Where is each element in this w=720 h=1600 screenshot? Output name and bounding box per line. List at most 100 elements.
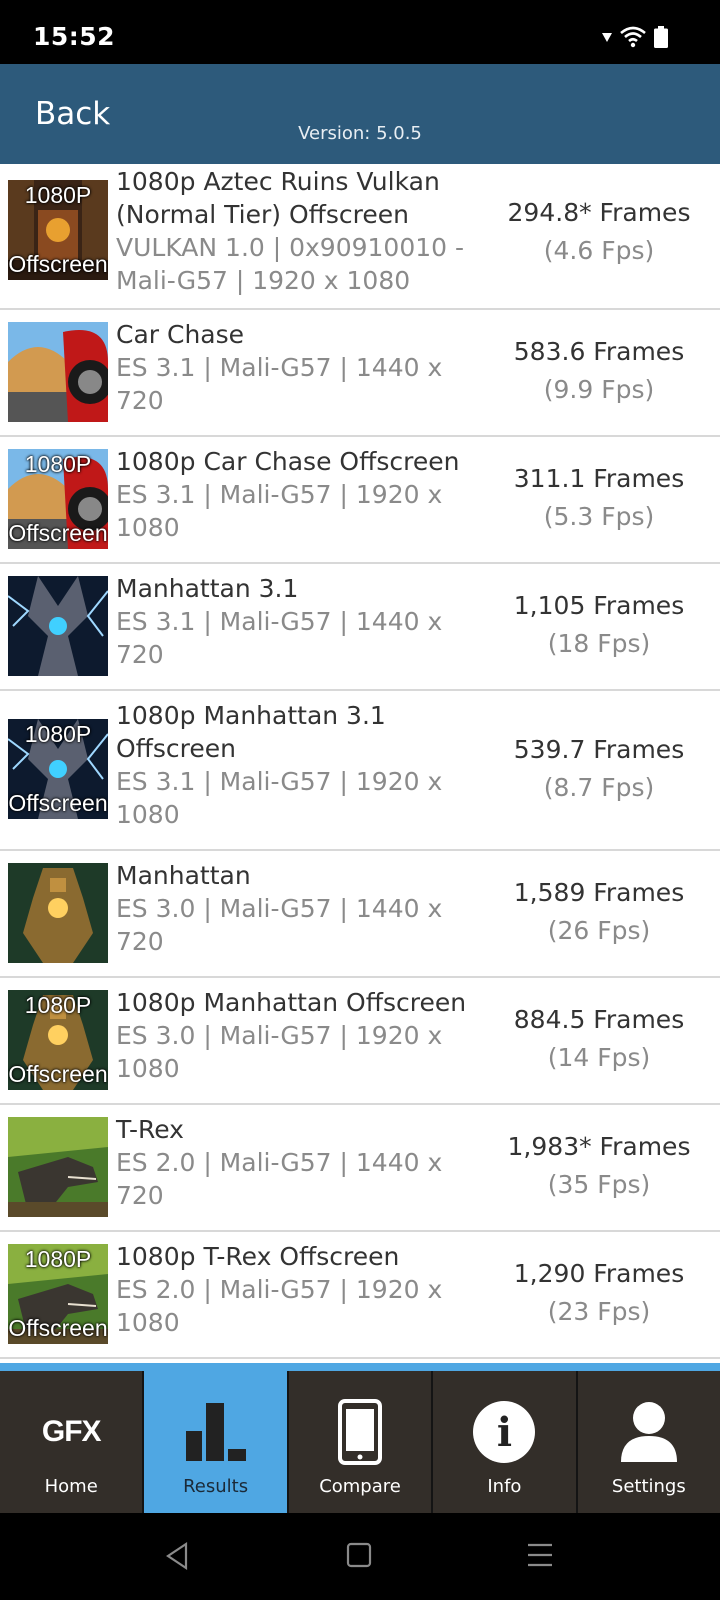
user-icon xyxy=(578,1397,720,1467)
result-subtitle: ES 3.1 | Mali-G57 | 1920 x 1080 xyxy=(116,480,443,542)
thumbnail-aztec: 1080P Offscreen xyxy=(8,180,108,280)
results-list: 1080P Offscreen 1080p Aztec Ruins Vulkan… xyxy=(0,164,720,1359)
thumbnail-manhattan xyxy=(8,863,108,963)
result-subtitle: ES 2.0 | Mali-G57 | 1920 x 1080 xyxy=(116,1275,443,1337)
result-fps: (35 Fps) xyxy=(547,1170,651,1199)
result-fps: (14 Fps) xyxy=(547,1043,651,1072)
thumbnail-t-rex xyxy=(8,1117,108,1217)
tab-results-label: Results xyxy=(183,1476,249,1497)
result-frames: 1,589 Frames xyxy=(513,878,685,907)
thumbnail-manhattan-31 xyxy=(8,576,108,676)
result-title: Manhattan 3.1 xyxy=(116,574,299,603)
result-frames: 1,290 Frames xyxy=(513,1259,685,1288)
result-frames: 884.5 Frames xyxy=(513,1005,685,1034)
result-row-car-chase-offscreen[interactable]: 1080P Offscreen 1080p Car Chase Offscree… xyxy=(0,437,720,564)
result-row-manhattan[interactable]: Manhattan ES 3.0 | Mali-G57 | 1440 x 720… xyxy=(0,851,720,978)
result-fps: (8.7 Fps) xyxy=(543,773,655,802)
result-fps: (23 Fps) xyxy=(547,1297,651,1326)
result-title: 1080p Manhattan 3.1 Offscreen xyxy=(116,701,386,763)
version-label: Version: 5.0.5 xyxy=(298,123,422,144)
info-icon: i xyxy=(433,1397,575,1467)
gfx-logo-icon: GFX xyxy=(0,1397,142,1467)
thumbnail-car-chase xyxy=(8,322,108,422)
thumb-label-offscreen: Offscreen xyxy=(8,520,108,546)
tab-home[interactable]: GFX Home xyxy=(0,1371,145,1513)
result-subtitle: VULKAN 1.0 | 0x90910010 - Mali-G57 | 192… xyxy=(116,233,465,295)
result-frames: 539.7 Frames xyxy=(513,735,685,764)
result-subtitle: ES 2.0 | Mali-G57 | 1440 x 720 xyxy=(116,1148,443,1210)
bar-chart-icon xyxy=(144,1397,286,1467)
thumb-label-resolution: 1080P xyxy=(24,721,92,747)
tabbar-accent-line xyxy=(0,1363,720,1371)
result-subtitle: ES 3.1 | Mali-G57 | 1440 x 720 xyxy=(116,353,443,415)
result-title: 1080p T-Rex Offscreen xyxy=(116,1242,400,1271)
thumb-label-resolution: 1080P xyxy=(24,451,92,477)
result-frames: 583.6 Frames xyxy=(513,337,685,366)
result-row-manhattan-31-offscreen[interactable]: 1080P Offscreen 1080p Manhattan 3.1 Offs… xyxy=(0,691,720,851)
result-subtitle: ES 3.0 | Mali-G57 | 1440 x 720 xyxy=(116,894,443,956)
result-subtitle: ES 3.0 | Mali-G57 | 1920 x 1080 xyxy=(116,1021,443,1083)
nav-back-icon[interactable] xyxy=(164,1541,190,1571)
car-chase-thumbnail-image xyxy=(8,322,108,422)
system-nav-bar xyxy=(0,1513,720,1600)
manhattan-thumbnail-image xyxy=(8,863,108,963)
tab-compare[interactable]: Compare xyxy=(288,1371,434,1513)
status-icons xyxy=(602,26,668,48)
t-rex-thumbnail-image xyxy=(8,1117,108,1217)
thumb-label-resolution: 1080P xyxy=(24,182,92,208)
result-row-manhattan-31[interactable]: Manhattan 3.1 ES 3.1 | Mali-G57 | 1440 x… xyxy=(0,564,720,691)
app-header: Back Version: 5.0.5 xyxy=(0,64,720,164)
thumb-label-resolution: 1080P xyxy=(24,1246,92,1272)
result-fps: (5.3 Fps) xyxy=(543,502,655,531)
result-row-t-rex[interactable]: T-Rex ES 2.0 | Mali-G57 | 1440 x 720 1,9… xyxy=(0,1105,720,1232)
wifi-icon xyxy=(620,26,646,48)
info-glyph: i xyxy=(473,1401,536,1463)
thumb-label-offscreen: Offscreen xyxy=(8,790,108,816)
thumb-label-offscreen: Offscreen xyxy=(8,1315,108,1341)
result-title: Car Chase xyxy=(116,320,245,349)
result-title: Manhattan xyxy=(116,861,251,890)
thumb-label-offscreen: Offscreen xyxy=(8,251,108,277)
result-fps: (18 Fps) xyxy=(547,629,651,658)
result-fps: (9.9 Fps) xyxy=(543,375,655,404)
result-row-manhattan-offscreen[interactable]: 1080P Offscreen 1080p Manhattan Offscree… xyxy=(0,978,720,1105)
result-subtitle: ES 3.1 | Mali-G57 | 1920 x 1080 xyxy=(116,767,443,829)
status-time: 15:52 xyxy=(33,22,116,51)
status-bar: 15:52 xyxy=(0,0,720,64)
result-frames: 1,983* Frames xyxy=(507,1132,691,1161)
gfx-logo-text: GFX xyxy=(41,1415,102,1448)
tab-settings-label: Settings xyxy=(611,1476,686,1497)
result-row-aztec-offscreen[interactable]: 1080P Offscreen 1080p Aztec Ruins Vulkan… xyxy=(0,164,720,310)
signal-arrow-icon xyxy=(602,33,612,42)
result-frames: 294.8* Frames xyxy=(507,198,691,227)
thumbnail-t-rex-offscreen: 1080P Offscreen xyxy=(8,1244,108,1344)
nav-menu-icon[interactable] xyxy=(527,1541,553,1569)
thumb-label-resolution: 1080P xyxy=(24,992,92,1018)
thumbnail-car-chase-offscreen: 1080P Offscreen xyxy=(8,449,108,549)
result-row-car-chase[interactable]: Car Chase ES 3.1 | Mali-G57 | 1440 x 720… xyxy=(0,310,720,437)
tab-home-label: Home xyxy=(44,1476,98,1497)
result-title: 1080p Manhattan Offscreen xyxy=(116,988,467,1017)
tab-info-label: Info xyxy=(487,1476,522,1497)
battery-icon xyxy=(654,26,668,48)
result-fps: (4.6 Fps) xyxy=(543,236,655,265)
manhattan-31-thumbnail-image xyxy=(8,576,108,676)
result-title: T-Rex xyxy=(116,1115,184,1144)
phone-icon xyxy=(289,1397,431,1467)
result-frames: 1,105 Frames xyxy=(513,591,685,620)
result-title: 1080p Car Chase Offscreen xyxy=(116,447,460,476)
tab-compare-label: Compare xyxy=(319,1476,401,1497)
thumb-label-offscreen: Offscreen xyxy=(8,1061,108,1087)
thumbnail-manhattan-offscreen: 1080P Offscreen xyxy=(8,990,108,1090)
tab-settings[interactable]: Settings xyxy=(577,1371,720,1513)
result-frames: 311.1 Frames xyxy=(513,464,685,493)
result-row-t-rex-offscreen[interactable]: 1080P Offscreen 1080p T-Rex Offscreen ES… xyxy=(0,1232,720,1359)
nav-home-icon[interactable] xyxy=(346,1541,372,1569)
result-title: 1080p Aztec Ruins Vulkan (Normal Tier) O… xyxy=(116,167,440,229)
tab-results[interactable]: Results xyxy=(144,1371,289,1513)
tab-info[interactable]: i Info xyxy=(433,1371,578,1513)
thumbnail-manhattan-31-offscreen: 1080P Offscreen xyxy=(8,719,108,819)
bottom-tab-bar: GFX Home Results Compare i Info Settings xyxy=(0,1371,720,1513)
result-fps: (26 Fps) xyxy=(547,916,651,945)
result-subtitle: ES 3.1 | Mali-G57 | 1440 x 720 xyxy=(116,607,443,669)
